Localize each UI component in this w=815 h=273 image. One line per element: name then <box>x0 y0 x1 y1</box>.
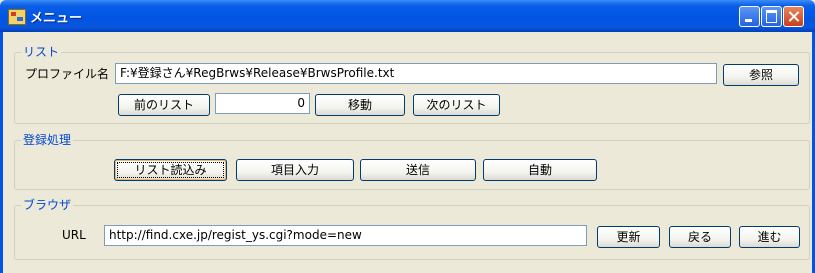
app-icon <box>8 9 26 25</box>
minimize-button[interactable] <box>739 6 760 27</box>
profile-label: プロファイル名 <box>25 67 110 81</box>
next-list-button[interactable]: 次のリスト <box>413 94 500 116</box>
browse-button[interactable]: 参照 <box>723 64 799 86</box>
item-input-button[interactable]: 項目入力 <box>236 159 354 181</box>
profile-path-input[interactable]: F:¥登録さん¥RegBrws¥Release¥BrwsProfile.txt <box>115 63 717 84</box>
list-group-title: リスト <box>21 45 62 59</box>
url-input[interactable]: http://find.cxe.jp/regist_ys.cgi?mode=ne… <box>104 225 587 246</box>
title-bar[interactable]: メニュー <box>0 0 815 32</box>
load-list-button[interactable]: リスト読込み <box>114 159 227 181</box>
refresh-button[interactable]: 更新 <box>597 226 660 248</box>
window-border-left <box>0 32 3 273</box>
url-label: URL <box>62 228 86 242</box>
auto-button[interactable]: 自動 <box>483 159 597 181</box>
register-group-title: 登録処理 <box>21 133 74 147</box>
forward-button[interactable]: 進む <box>739 226 800 248</box>
maximize-button[interactable] <box>761 6 782 27</box>
list-index-input[interactable]: 0 <box>215 93 310 114</box>
back-button[interactable]: 戻る <box>669 226 731 248</box>
window-title: メニュー <box>30 11 83 26</box>
send-button[interactable]: 送信 <box>360 159 476 181</box>
prev-list-button[interactable]: 前のリスト <box>118 94 210 116</box>
browser-group-title: ブラウザ <box>21 198 74 212</box>
move-button[interactable]: 移動 <box>315 94 405 116</box>
close-button[interactable] <box>783 6 804 27</box>
